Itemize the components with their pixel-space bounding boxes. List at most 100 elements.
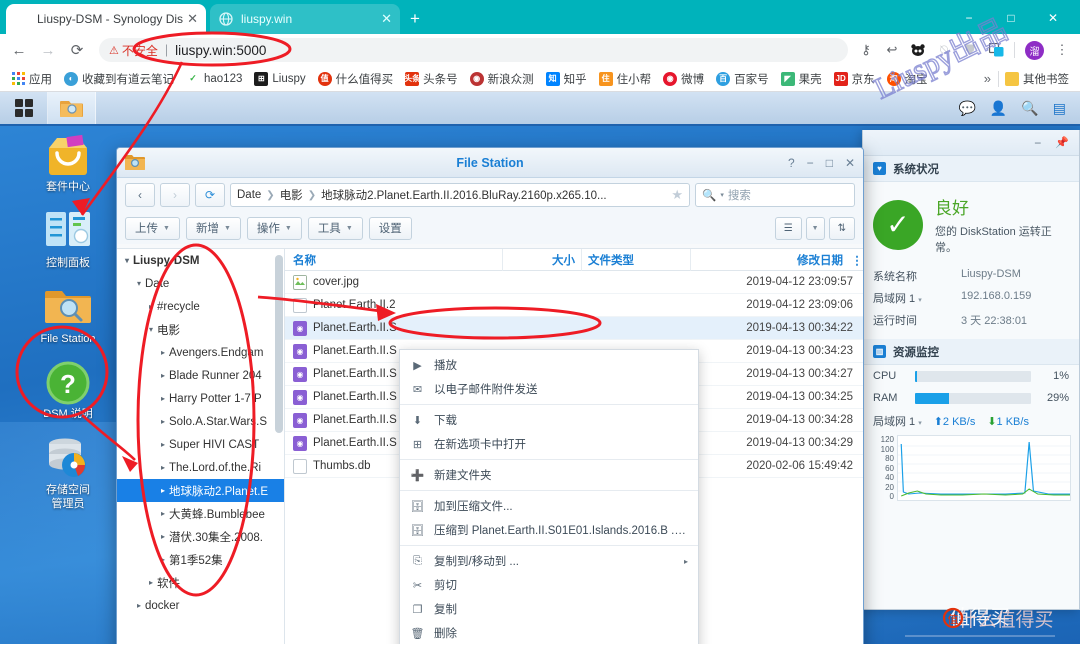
tree-item-movies[interactable]: ▾ 电影 [117, 318, 284, 341]
sort-button[interactable]: ⇅ [828, 216, 855, 240]
network-label[interactable]: 局域网 1 ▾ [873, 413, 922, 429]
bookmark-weibo[interactable]: ◉ 微博 [657, 68, 710, 90]
tree-item-lotr[interactable]: ▸ The.Lord.of.the.Ri [117, 456, 284, 479]
desktop-icon-control-panel[interactable]: 控制面板 [26, 210, 110, 271]
create-button[interactable]: 新增 ▼ [185, 216, 241, 240]
tree-item-super-hivi[interactable]: ▸ Super HIVI CAST [117, 433, 284, 456]
desktop-icon-file-station[interactable]: File Station [26, 286, 110, 347]
context-menu-item-compress-to-zip[interactable]: 🗄 压缩到 Planet.Earth.II.S01E01.Islands.201… [400, 518, 698, 542]
upload-button[interactable]: 上传 ▼ [125, 216, 180, 240]
bookmark-hao123[interactable]: ✓ hao123 [180, 68, 248, 90]
tree-item-solo[interactable]: ▸ Solo.A.Star.Wars.S [117, 410, 284, 433]
bookmark-zhihu[interactable]: 知 知乎 [540, 68, 593, 90]
tree-item-recycle[interactable]: ▸ #recycle [117, 295, 284, 318]
tree-item-docker[interactable]: ▸ docker [117, 594, 284, 617]
chevron-right-icon[interactable]: ▸ [157, 509, 169, 518]
chevron-down-icon[interactable]: ▾ [918, 420, 922, 427]
reload-button[interactable]: ⟳ [195, 183, 225, 207]
chevron-right-icon[interactable]: ▸ [157, 394, 169, 403]
close-button[interactable]: ✕ [1032, 4, 1074, 32]
search-input[interactable]: 🔍 ▾ 搜索 [695, 183, 855, 207]
breadcrumb-item-1[interactable]: 电影 [280, 187, 303, 203]
minimize-button[interactable]: − [948, 4, 990, 32]
chrome-menu-icon[interactable]: ⋮ [1050, 38, 1074, 62]
bookmark-guokr[interactable]: ◤ 果壳 [775, 68, 828, 90]
favorite-star-icon[interactable]: ★ [671, 187, 683, 203]
avatar[interactable]: 溜 [1025, 40, 1044, 60]
chevron-right-icon[interactable]: ▸ [157, 440, 169, 449]
bookmarks-overflow-icon[interactable]: » [977, 71, 998, 86]
cast-copy-icon[interactable] [984, 38, 1008, 62]
bookmark-sina[interactable]: ◉ 新浪众测 [464, 68, 540, 90]
context-menu-item-add-archive[interactable]: 🗄 加到压缩文件... [400, 494, 698, 518]
close-button[interactable]: ✕ [845, 156, 855, 170]
close-icon[interactable]: ✕ [381, 11, 392, 27]
widget-pin-icon[interactable]: 📌 [1055, 136, 1069, 149]
key-icon[interactable]: ⚷ [854, 38, 878, 62]
chevron-right-icon[interactable]: ▸ [145, 302, 157, 311]
bookmark-liuspy[interactable]: ⊞ Liuspy [248, 68, 311, 90]
tree-item-planet-earth-selected[interactable]: ▸ 地球脉动2.Planet.E [117, 479, 284, 502]
chevron-right-icon[interactable]: ▸ [157, 555, 169, 564]
breadcrumb-item-2[interactable]: 地球脉动2.Planet.Earth.II.2016.BluRay.2160p.… [321, 187, 607, 203]
reload-icon[interactable]: ⟳ [64, 37, 90, 63]
context-menu-item-download[interactable]: ⬇ 下载 [400, 408, 698, 432]
view-dropdown-button[interactable]: ▼ [805, 216, 825, 240]
chevron-right-icon[interactable]: ▸ [145, 578, 157, 587]
browser-tab-active[interactable]: DSM Liuspy-DSM - Synology DiskSt ✕ [6, 4, 206, 111]
back-icon[interactable]: ← [6, 37, 32, 63]
chevron-right-icon[interactable]: ▸ [157, 417, 169, 426]
chevron-right-icon[interactable]: ▸ [157, 532, 169, 541]
table-row[interactable]: cover.jpg 2019-04-12 23:09:57 [285, 271, 863, 294]
table-row[interactable]: ◉ Planet.Earth.II.S 2019-04-13 00:34:22 [285, 317, 863, 340]
address-bar[interactable]: ⚠ 不安全 | liuspy.win:5000 [99, 38, 848, 62]
bookmark-zhuxiaobang[interactable]: 住 住小帮 [593, 68, 658, 90]
chevron-down-icon[interactable]: ▾ [918, 297, 922, 304]
help-button[interactable]: ? [788, 156, 795, 170]
context-menu-item-new-folder[interactable]: ➕ 新建文件夹 [400, 463, 698, 487]
chevron-right-icon[interactable]: ▸ [133, 601, 145, 610]
new-tab-button[interactable]: + [410, 9, 420, 29]
forward-button[interactable]: › [160, 183, 190, 207]
user-icon[interactable]: 👤 [990, 100, 1007, 117]
tree-scroll-thumb[interactable] [275, 255, 283, 433]
chevron-down-icon[interactable]: ▾ [145, 325, 157, 334]
main-menu-icon[interactable] [0, 92, 48, 124]
chevron-right-icon[interactable]: ▸ [157, 348, 169, 357]
tree-item-date[interactable]: ▾ Date [117, 272, 284, 295]
context-menu-item-copy-move[interactable]: ⎘ 复制到/移动到 ... ▸ [400, 549, 698, 573]
bookmark-smzdm[interactable]: 值 什么值得买 [312, 68, 400, 90]
browser-tab-inactive[interactable]: liuspy.win ✕ [210, 4, 400, 34]
tree-item-harry-potter[interactable]: ▸ Harry Potter 1-7 P [117, 387, 284, 410]
bookmark-other[interactable]: 其他书签 [999, 68, 1075, 90]
tools-button[interactable]: 工具 ▼ [307, 216, 363, 240]
maximize-button[interactable]: □ [990, 4, 1032, 32]
tree-item-software[interactable]: ▸ 软件 [117, 571, 284, 594]
cursor-off-icon[interactable]: ⍉ [932, 38, 956, 62]
column-header-name[interactable]: 名称 [285, 249, 503, 271]
bookmark-toutiao[interactable]: 头条 头条号 [399, 68, 464, 90]
bookmark-baijiahao[interactable]: 百 百家号 [710, 68, 775, 90]
maximize-button[interactable]: □ [826, 156, 833, 170]
breadcrumb[interactable]: Date ❯ 电影 ❯ 地球脉动2.Planet.Earth.II.2016.B… [230, 183, 690, 207]
tree-item-liuspy-dsm[interactable]: ▾ Liuspy-DSM [117, 249, 284, 272]
forward-icon[interactable]: → [35, 37, 61, 63]
settings-button[interactable]: 设置 [368, 216, 412, 240]
context-menu-item-open-new-tab[interactable]: ⊞ 在新选项卡中打开 [400, 432, 698, 456]
close-icon[interactable]: ✕ [187, 11, 198, 27]
bookmark-apps[interactable]: 应用 [5, 68, 58, 90]
table-row[interactable]: Planet.Earth.II.2 2019-04-12 23:09:06 [285, 294, 863, 317]
tree-item-season1[interactable]: ▸ 第1季52集 [117, 548, 284, 571]
tree-item-qianfu[interactable]: ▸ 潜伏.30集全.2008. [117, 525, 284, 548]
taskbar-item-file-station[interactable] [48, 92, 96, 124]
desktop-icon-dsm-help[interactable]: ? DSM 说明 [26, 361, 110, 422]
chevron-down-icon[interactable]: ▾ [133, 279, 145, 288]
tree-scrollbar[interactable] [275, 251, 283, 644]
widget-row-lan[interactable]: 局域网 1 ▾ 192.168.0.159 [863, 287, 1079, 309]
tree-item-blade-runner[interactable]: ▸ Blade Runner 204 [117, 364, 284, 387]
column-header-date[interactable]: 修改日期 [691, 252, 851, 268]
bookmark-youdao[interactable]: ◐ 收藏到有道云笔记 [58, 68, 180, 90]
extension-panda-icon[interactable] [906, 38, 930, 62]
tree-item-bumblebee[interactable]: ▸ 大黄蜂.Bumblebee [117, 502, 284, 525]
desktop-icon-storage-manager[interactable]: 存储空间 管理员 [26, 437, 110, 512]
